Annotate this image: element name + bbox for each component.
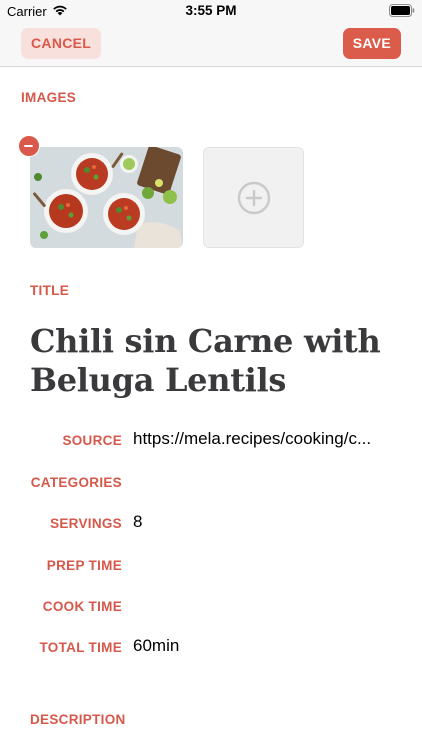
prep-time-row: PREP TIME <box>0 554 422 578</box>
plus-circle-icon <box>237 181 271 215</box>
save-button[interactable]: SAVE <box>342 28 401 59</box>
recipe-title-field[interactable]: Chili sin Carne with Beluga Lentils <box>30 322 402 400</box>
cook-time-label: COOK TIME <box>42 599 122 614</box>
cancel-button[interactable]: CANCEL <box>21 28 102 59</box>
servings-label: SERVINGS <box>50 516 122 531</box>
source-field[interactable]: https://mela.recipes/cooking/c... <box>133 429 395 449</box>
categories-label: CATEGORIES <box>30 475 122 490</box>
total-time-row: TOTAL TIME 60min <box>0 636 422 660</box>
add-image-button[interactable] <box>203 147 304 248</box>
servings-field[interactable]: 8 <box>133 512 395 532</box>
total-time-field[interactable]: 60min <box>133 636 395 656</box>
total-time-label: TOTAL TIME <box>39 640 122 655</box>
source-label: SOURCE <box>62 433 122 448</box>
status-bar: Carrier 3:55 PM <box>0 0 422 22</box>
images-section-label: IMAGES <box>21 90 77 105</box>
recipe-image-thumbnail[interactable] <box>30 147 183 248</box>
nav-bar: CANCEL SAVE <box>0 22 422 67</box>
prep-time-label: PREP TIME <box>46 558 122 573</box>
title-section-label: TITLE <box>30 283 69 298</box>
description-section-label: DESCRIPTION <box>30 712 126 727</box>
clock-label: 3:55 PM <box>185 3 237 18</box>
source-row: SOURCE https://mela.recipes/cooking/c... <box>0 429 422 453</box>
recipe-photo-image <box>30 147 183 248</box>
remove-image-button[interactable] <box>18 135 40 157</box>
servings-row: SERVINGS 8 <box>0 512 422 536</box>
categories-row: CATEGORIES <box>0 471 422 495</box>
cook-time-row: COOK TIME <box>0 595 422 619</box>
battery-icon <box>389 4 415 17</box>
